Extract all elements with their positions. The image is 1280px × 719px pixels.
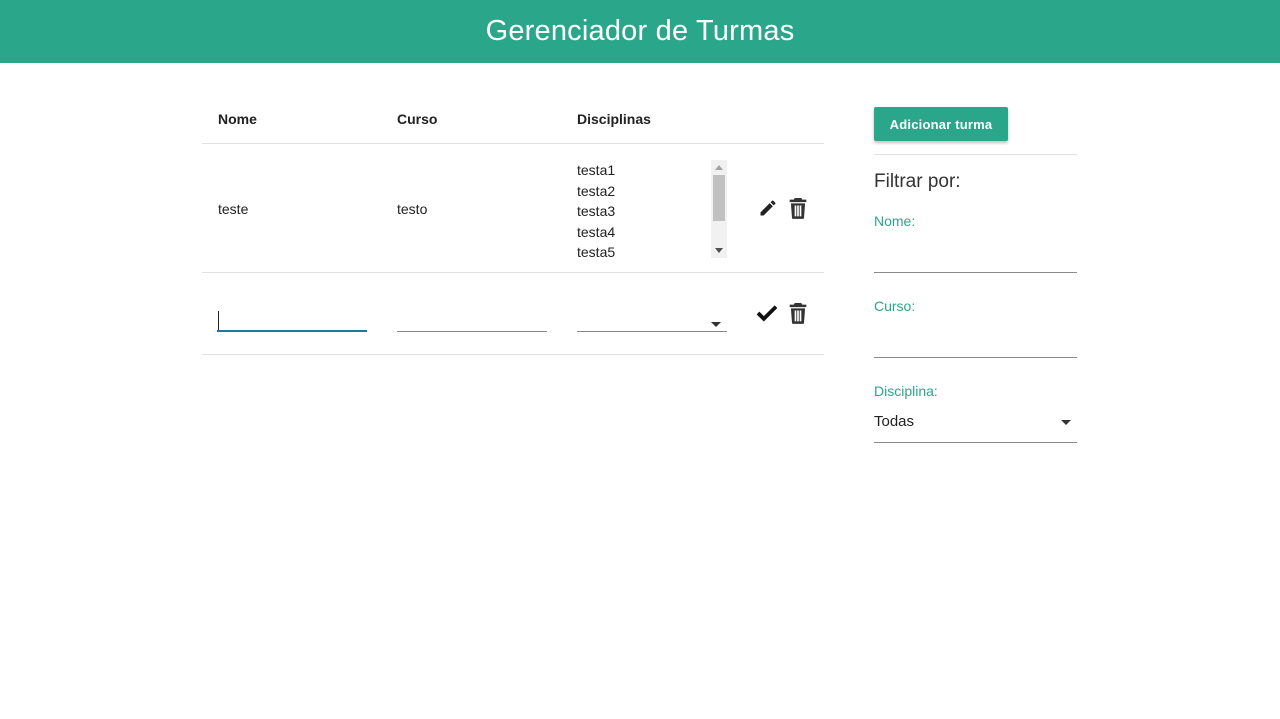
table-header: Nome Curso Disciplinas (202, 94, 824, 144)
scroll-down-arrow-icon[interactable] (715, 248, 723, 253)
chevron-down-icon (1061, 420, 1071, 425)
filter-disciplina-value: Todas (874, 413, 915, 430)
delete-button[interactable] (786, 301, 810, 325)
filter-nome-input[interactable] (874, 243, 1077, 273)
new-curso-input[interactable] (397, 308, 547, 332)
cell-nome: teste (218, 201, 249, 217)
column-header-disciplinas: Disciplinas (577, 111, 651, 127)
table-row: teste testo testa1 testa2 testa3 testa4 … (202, 144, 824, 273)
filter-curso-input[interactable] (874, 328, 1077, 358)
chevron-down-icon (711, 322, 721, 327)
page-title: Gerenciador de Turmas (485, 15, 795, 47)
filter-nome-label: Nome: (874, 213, 916, 229)
listbox-scrollbar[interactable] (711, 160, 727, 258)
filter-curso-label: Curso: (874, 298, 916, 314)
scroll-up-arrow-icon[interactable] (715, 165, 723, 170)
add-turma-button[interactable]: Adicionar turma (874, 107, 1008, 141)
text-caret (218, 311, 219, 330)
filter-disciplina-label: Disciplina: (874, 383, 938, 399)
list-item[interactable]: testa5 (577, 242, 727, 258)
filter-disciplina-select[interactable]: Todas (874, 413, 1077, 443)
cell-curso: testo (397, 201, 428, 217)
new-disciplinas-select[interactable] (577, 308, 727, 332)
confirm-button[interactable] (755, 301, 779, 325)
new-nome-input[interactable] (217, 308, 367, 332)
filter-title: Filtrar por: (874, 171, 961, 192)
check-icon (756, 305, 778, 322)
edit-icon (760, 200, 776, 216)
disciplinas-listbox[interactable]: testa1 testa2 testa3 testa4 testa5 (577, 160, 727, 258)
table-row-new (202, 273, 824, 355)
list-item[interactable]: testa4 (577, 222, 727, 243)
column-header-curso: Curso (397, 111, 438, 127)
turmas-table: Nome Curso Disciplinas teste testo testa… (202, 94, 824, 355)
delete-icon (789, 198, 807, 219)
divider (874, 154, 1077, 155)
edit-button[interactable] (756, 196, 780, 220)
column-header-nome: Nome (218, 111, 257, 127)
app-header: Gerenciador de Turmas (0, 0, 1280, 63)
delete-icon (789, 303, 807, 324)
list-item[interactable]: testa1 (577, 160, 727, 181)
scrollbar-thumb[interactable] (713, 175, 725, 221)
delete-button[interactable] (786, 196, 810, 220)
list-item[interactable]: testa2 (577, 181, 727, 202)
list-item[interactable]: testa3 (577, 201, 727, 222)
